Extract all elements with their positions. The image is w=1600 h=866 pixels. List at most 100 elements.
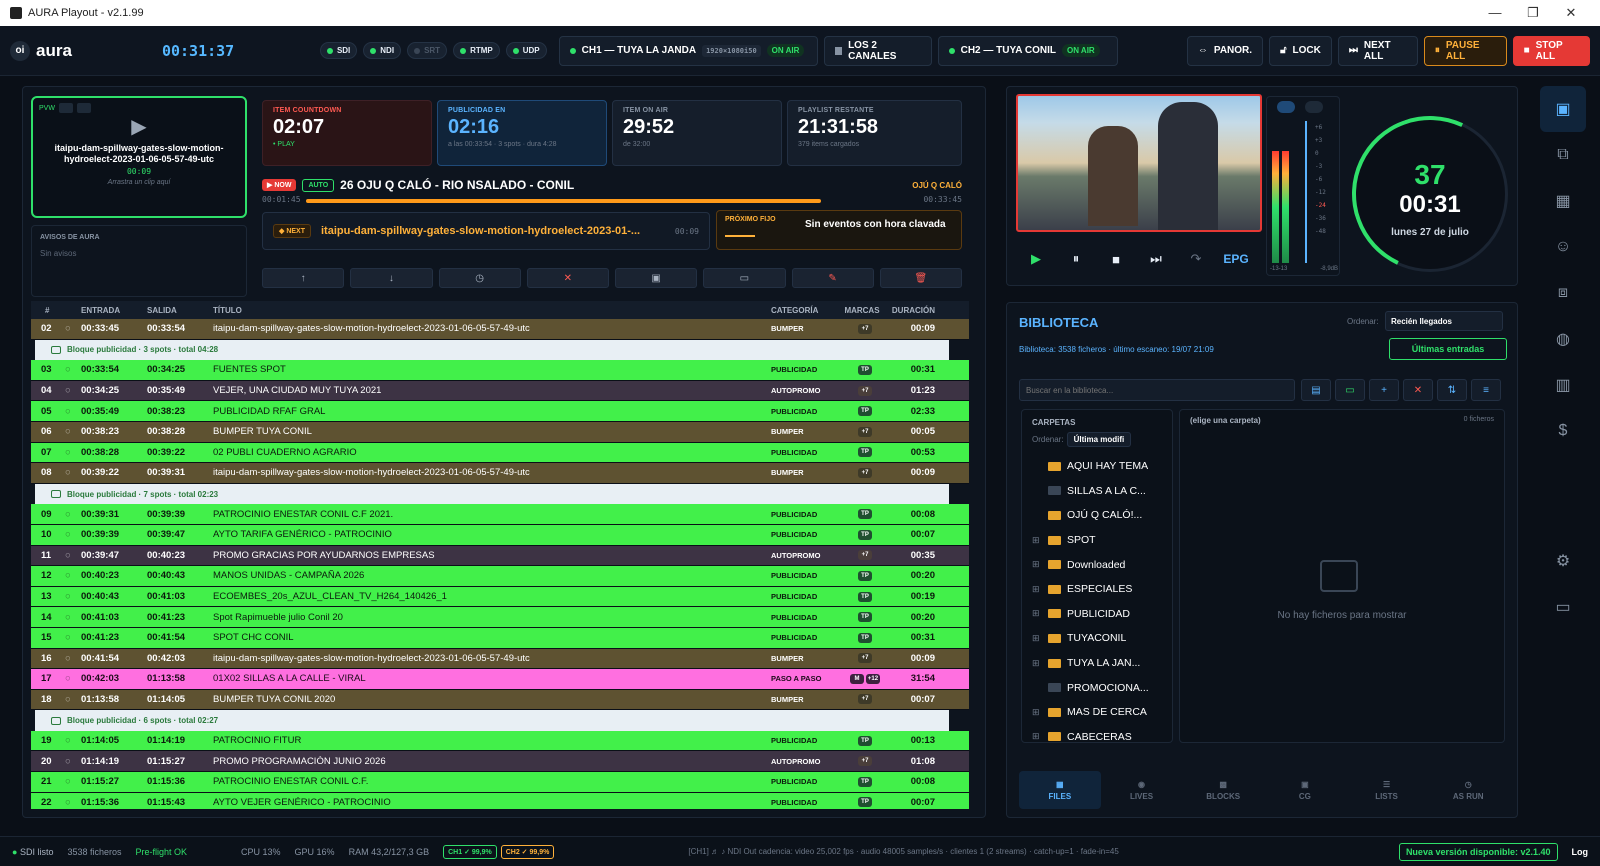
now-progress[interactable]: 00:01:45 00:33:45 (262, 195, 962, 209)
clock-button[interactable]: ◷ (438, 268, 521, 288)
io-ndi[interactable]: NDI (363, 42, 402, 59)
folder-item[interactable]: PROMOCIONA... (1022, 675, 1172, 700)
expand-icon[interactable]: ⊞ (1032, 731, 1042, 742)
play-icon[interactable]: ▶ (33, 114, 245, 139)
folder-item[interactable]: OJÚ Q CALÓ!... (1022, 503, 1172, 528)
folder-item[interactable]: ⊞ ESPECIALES (1022, 577, 1172, 602)
table-row[interactable]: 16 ○ 00:41:54 00:42:03 itaipu-dam-spillway-g… (31, 648, 969, 670)
tab-cg[interactable]: ▣ CG (1264, 771, 1346, 809)
folder-item[interactable]: SILLAS A LA C... (1022, 479, 1172, 504)
latest-entries-button[interactable]: Últimas entradas (1389, 338, 1507, 360)
io-srt[interactable]: SRT (407, 42, 448, 59)
folder-item[interactable]: ⊞ PUBLICIDAD (1022, 602, 1172, 627)
table-row[interactable]: 15 ○ 00:41:23 00:41:54 SPOT CHC CONIL PUBLICI… (31, 627, 969, 649)
bus-icon[interactable] (58, 103, 73, 113)
remove-button[interactable]: ✕ (526, 268, 609, 288)
header-titulo[interactable]: TÍTULO (207, 306, 765, 315)
expand-icon[interactable]: ⊞ (1032, 633, 1042, 644)
folder-item[interactable]: AQUI HAY TEMA (1022, 454, 1172, 479)
monitors-icon[interactable]: ⧉ (1540, 132, 1586, 178)
play-button[interactable]: ▶ (1016, 251, 1056, 267)
maximize-button[interactable]: ❐ (1514, 5, 1552, 21)
lock-button[interactable]: 🔓︎ LOCK (1269, 35, 1332, 66)
move-up-button[interactable]: ↑ (262, 268, 345, 288)
speaker-icon[interactable] (76, 103, 91, 113)
expand-icon[interactable]: ⊞ (1032, 608, 1042, 619)
expand-icon[interactable]: ⊞ (1032, 584, 1042, 595)
redo-icon[interactable]: ↷ (1176, 251, 1216, 267)
header-salida[interactable]: SALIDA (141, 306, 207, 315)
expand-icon[interactable]: ⊞ (1032, 658, 1042, 669)
save-button[interactable]: ▣ (615, 268, 698, 288)
table-row[interactable]: 07 ○ 00:38:28 00:39:22 02 PUBLI CUADERNO AGR… (31, 442, 969, 464)
auto-toggle[interactable]: AUTO (302, 178, 335, 192)
table-row[interactable]: 11 ○ 00:39:47 00:40:23 PROMO GRACIAS POR AYU… (31, 545, 969, 567)
preflight-status[interactable]: Pre-flight OK (136, 847, 188, 857)
table-row[interactable]: 14 ○ 00:41:03 00:41:23 Spot Rapimueble julio… (31, 607, 969, 628)
table-row[interactable]: 13 ○ 00:40:43 00:41:03 ECOEMBES_20s_AZUL_CLE… (31, 586, 969, 608)
list-view-icon[interactable]: ▤ (1301, 379, 1331, 401)
tab-as-run[interactable]: ◷ AS RUN (1427, 771, 1509, 809)
layers-icon[interactable]: ⧈ (1540, 270, 1586, 316)
folder-item[interactable]: ⊞ MAS DE CERCA (1022, 700, 1172, 725)
library-search-input[interactable] (1019, 379, 1295, 401)
preview-dropzone[interactable]: PVW ▶ itaipu-dam-spillway-gates-slow-mot… (31, 96, 247, 218)
table-row[interactable]: 18 ○ 01:13:58 01:14:05 BUMPER TUYA CONIL 202… (31, 689, 969, 711)
table-row[interactable]: 10 ○ 00:39:39 00:39:47 AYTO TARIFA GENÉRICO … (31, 524, 969, 546)
edit-button[interactable]: ✎ (791, 268, 874, 288)
card-view-icon[interactable]: ▭ (1335, 379, 1365, 401)
table-row[interactable]: 12 ○ 00:40:23 00:40:43 MANOS UNIDAS - CAMPAÑ… (31, 566, 969, 587)
palette-icon[interactable]: ◍ (1540, 316, 1586, 362)
channel-2-selector[interactable]: CH2 — TUYA CONIL ON AIR (937, 35, 1119, 66)
expand-icon[interactable]: ⊞ (1032, 535, 1042, 546)
folder-item[interactable]: ⊞ SPOT (1022, 528, 1172, 553)
table-row[interactable]: 04 ○ 00:34:25 00:35:49 VEJER, UNA CIUDAD MUY… (31, 380, 969, 402)
monitor-icon[interactable] (1277, 101, 1295, 113)
update-available-button[interactable]: Nueva versión disponible: v2.1.40 (1398, 842, 1558, 861)
io-rtmp[interactable]: RTMP (453, 42, 500, 59)
remove-icon[interactable]: ✕ (1403, 379, 1433, 401)
epg-button[interactable]: EPG (1216, 252, 1256, 266)
pause-button[interactable]: ⏸︎ (1056, 251, 1096, 267)
settings-icon[interactable]: ⚙ (1540, 538, 1586, 584)
next-all-button[interactable]: ⏭︎ NEXT ALL (1337, 35, 1418, 66)
stop-button[interactable]: ■ (1096, 252, 1136, 267)
table-row[interactable]: 03 ○ 00:33:54 00:34:25 FUENTES SPOT PUBLICIDA… (31, 360, 969, 381)
channel-1-selector[interactable]: CH1 — TUYA LA JANDA 1920×1080i50 ON AIR (558, 35, 818, 66)
move-down-button[interactable]: ↓ (350, 268, 433, 288)
io-sdi[interactable]: SDI (319, 42, 358, 59)
table-row[interactable]: 22 ○ 01:15:36 01:15:43 AYTO VEJER GENÉRICO -… (31, 792, 969, 809)
eye-icon[interactable] (1305, 101, 1323, 113)
dollar-icon[interactable]: $ (1540, 408, 1586, 454)
header-duracion[interactable]: DURACIÓN (885, 306, 945, 315)
folder-order-select[interactable]: Última modifi (1066, 432, 1132, 447)
menu-icon[interactable]: ≡ (1471, 379, 1501, 401)
folder-item[interactable]: ⊞ TUYA LA JAN... (1022, 651, 1172, 676)
tab-files[interactable]: ▦ FILES (1019, 771, 1101, 809)
delete-button[interactable]: 🗑 (879, 268, 962, 288)
table-row[interactable]: 17 ○ 00:42:03 01:13:58 01X02 SILLAS A LA CAL… (31, 669, 969, 690)
checkbox-icon[interactable] (51, 716, 61, 725)
table-row[interactable]: 19 ○ 01:14:05 01:14:19 PATROCINIO FITUR PUBLI… (31, 730, 969, 752)
folder-item[interactable]: ⊞ Downloaded (1022, 552, 1172, 577)
sort-icon[interactable]: ⇅ (1437, 379, 1467, 401)
hardware-icon[interactable]: ▭ (1540, 584, 1586, 630)
folder-item[interactable]: ⊞ TUYACONIL (1022, 626, 1172, 651)
table-row[interactable]: 06 ○ 00:38:23 00:38:28 BUMPER TUYA CONIL BUMP… (31, 421, 969, 443)
panor-button[interactable]: ⇔ PANOR. (1186, 35, 1264, 66)
header-categoria[interactable]: CATEGORÍA (765, 306, 839, 315)
expand-icon[interactable]: ⊞ (1032, 707, 1042, 718)
ad-block-header[interactable]: Bloque publicidad · 3 spots · total 04:2… (35, 339, 949, 361)
tv-icon[interactable]: ▣ (1540, 86, 1586, 132)
table-row[interactable]: 21 ○ 01:15:27 01:15:36 PATROCINIO ENESTAR CO… (31, 772, 969, 793)
add-icon[interactable]: + (1369, 379, 1399, 401)
both-channels-selector[interactable]: LOS 2 CANALES (823, 35, 932, 66)
folder-item[interactable]: ⊞ CABECERAS (1022, 725, 1172, 750)
pause-all-button[interactable]: ⏸︎ PAUSE ALL (1423, 35, 1507, 66)
next-item[interactable]: ◆ NEXT itaipu-dam-spillway-gates-slow-mo… (262, 212, 710, 250)
calendar-icon[interactable]: ▦ (1540, 178, 1586, 224)
checkbox-icon[interactable] (51, 345, 61, 354)
io-udp[interactable]: UDP (505, 42, 547, 59)
folder-button[interactable]: ▭ (703, 268, 786, 288)
ad-block-header[interactable]: Bloque publicidad · 7 spots · total 02:2… (35, 483, 949, 505)
